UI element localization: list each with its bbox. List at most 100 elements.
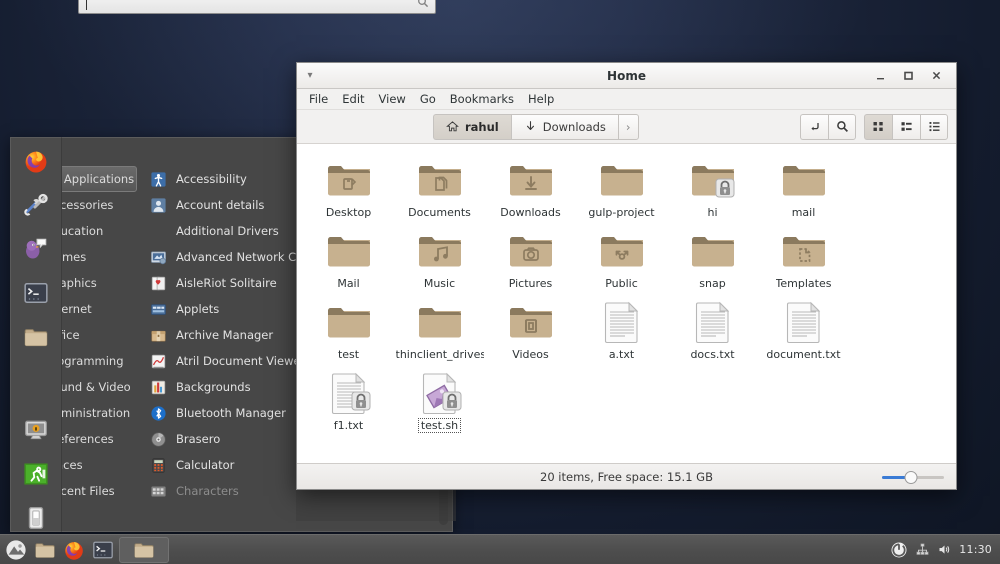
file-item[interactable]: test.sh: [394, 367, 485, 438]
search-icon: [417, 0, 429, 11]
file-item[interactable]: mail: [758, 154, 849, 225]
file-item[interactable]: f1.txt: [303, 367, 394, 438]
clock[interactable]: 11:30: [959, 543, 992, 556]
file-item[interactable]: document.txt: [758, 296, 849, 367]
menubar-item-file[interactable]: File: [302, 89, 335, 110]
file-grid: DesktopDocuments Downloads gulp-projecthi m…: [297, 154, 956, 438]
file-item[interactable]: Desktop: [303, 154, 394, 225]
file-item[interactable]: Music: [394, 225, 485, 296]
menubar-item-edit[interactable]: Edit: [335, 89, 371, 110]
toolbar[interactable]: rahulDownloads›: [297, 110, 956, 144]
dock-shutdown[interactable]: [23, 505, 49, 531]
file-item[interactable]: Videos: [485, 296, 576, 367]
characters-icon: [150, 483, 167, 500]
file-label: mail: [792, 206, 816, 219]
file-label: test.sh: [419, 419, 460, 432]
folder-icon: [598, 156, 646, 204]
breadcrumb-more-button[interactable]: ›: [618, 114, 639, 140]
folder-icon: [780, 227, 828, 275]
close-button[interactable]: [930, 70, 942, 82]
text-file-icon: [689, 298, 737, 346]
launcher-firefox[interactable]: [61, 537, 87, 563]
file-label: Videos: [512, 348, 549, 361]
file-list-area[interactable]: DesktopDocuments Downloads gulp-projecthi m…: [297, 144, 956, 463]
dock-terminal[interactable]: [23, 280, 49, 306]
menu-app-label: Atril Document Viewer: [176, 354, 305, 368]
file-label: test: [338, 348, 359, 361]
minimize-button[interactable]: [874, 70, 886, 82]
menubar-item-go[interactable]: Go: [413, 89, 443, 110]
left-dock[interactable]: [10, 137, 62, 532]
list-view-button[interactable]: [892, 114, 920, 140]
file-label: a.txt: [609, 348, 634, 361]
text-file-icon: [598, 298, 646, 346]
file-label: thinclient_drives: [396, 348, 484, 361]
file-item[interactable]: snap: [667, 225, 758, 296]
file-label: Public: [605, 277, 638, 290]
folder-icon: [689, 156, 737, 204]
open-terminal-button[interactable]: [800, 114, 828, 140]
dock-pidgin[interactable]: [23, 236, 49, 262]
script-file-icon: [416, 369, 464, 417]
panel-tray[interactable]: 11:30: [890, 541, 1000, 559]
icon-view-button[interactable]: [864, 114, 892, 140]
taskbar-window-button[interactable]: [119, 537, 169, 563]
menubar-item-view[interactable]: View: [372, 89, 413, 110]
file-item[interactable]: Templates: [758, 225, 849, 296]
menu-button[interactable]: [3, 537, 29, 563]
statusbar: 20 items, Free space: 15.1 GB: [297, 463, 956, 489]
compact-view-button[interactable]: [920, 114, 948, 140]
window-titlebar[interactable]: ▾ Home: [297, 63, 956, 89]
file-item[interactable]: a.txt: [576, 296, 667, 367]
file-item[interactable]: gulp-project: [576, 154, 667, 225]
text-file-icon: [780, 298, 828, 346]
launcher-terminal[interactable]: [90, 537, 116, 563]
backgrounds-icon: [150, 379, 167, 396]
dock-logout[interactable]: [23, 461, 49, 487]
dock-lock-screen[interactable]: [23, 417, 49, 443]
dock-firefox[interactable]: [23, 148, 49, 174]
menu-search-input[interactable]: [78, 0, 436, 14]
dock-tools[interactable]: [23, 192, 49, 218]
menu-app-label: Applets: [176, 302, 219, 316]
file-item[interactable]: hi: [667, 154, 758, 225]
panel-launchers[interactable]: [0, 537, 169, 563]
file-item[interactable]: test: [303, 296, 394, 367]
menu-app-label: Backgrounds: [176, 380, 251, 394]
maximize-button[interactable]: [902, 70, 914, 82]
folder-icon: [507, 227, 555, 275]
file-label: Templates: [776, 277, 832, 290]
calculator-icon: [150, 457, 167, 474]
search-button[interactable]: [828, 114, 856, 140]
power-indicator[interactable]: [890, 541, 908, 559]
file-item[interactable]: Documents: [394, 154, 485, 225]
breadcrumb-rahul[interactable]: rahul: [433, 114, 511, 140]
file-item[interactable]: Pictures: [485, 225, 576, 296]
menubar-item-bookmarks[interactable]: Bookmarks: [443, 89, 521, 110]
folder-icon: [325, 298, 373, 346]
breadcrumb[interactable]: rahulDownloads›: [433, 114, 639, 140]
menubar[interactable]: FileEditViewGoBookmarksHelp: [297, 89, 956, 110]
status-text: 20 items, Free space: 15.1 GB: [540, 470, 713, 484]
taskbar-panel[interactable]: 11:30: [0, 534, 1000, 564]
view-mode-group[interactable]: [864, 114, 948, 140]
home-icon: [446, 120, 459, 133]
menu-app-label: Accessibility: [176, 172, 247, 186]
file-item[interactable]: Public: [576, 225, 667, 296]
breadcrumb-downloads[interactable]: Downloads: [511, 114, 618, 140]
zoom-slider[interactable]: [882, 470, 944, 484]
file-label: Downloads: [500, 206, 560, 219]
launcher-file-manager[interactable]: [32, 537, 58, 563]
menubar-item-help[interactable]: Help: [521, 89, 561, 110]
file-item[interactable]: docs.txt: [667, 296, 758, 367]
file-item[interactable]: thinclient_drives: [394, 296, 485, 367]
volume-indicator[interactable]: [937, 542, 952, 557]
file-item[interactable]: Downloads: [485, 154, 576, 225]
file-label: Music: [424, 277, 455, 290]
toolbar-action-group[interactable]: [800, 114, 856, 140]
file-item[interactable]: Mail: [303, 225, 394, 296]
file-manager-window[interactable]: ▾ Home FileEditViewGoBookmarksHelp rahul…: [296, 62, 957, 490]
network-indicator[interactable]: [915, 542, 930, 557]
folder-icon: [416, 227, 464, 275]
dock-files[interactable]: [23, 324, 49, 350]
